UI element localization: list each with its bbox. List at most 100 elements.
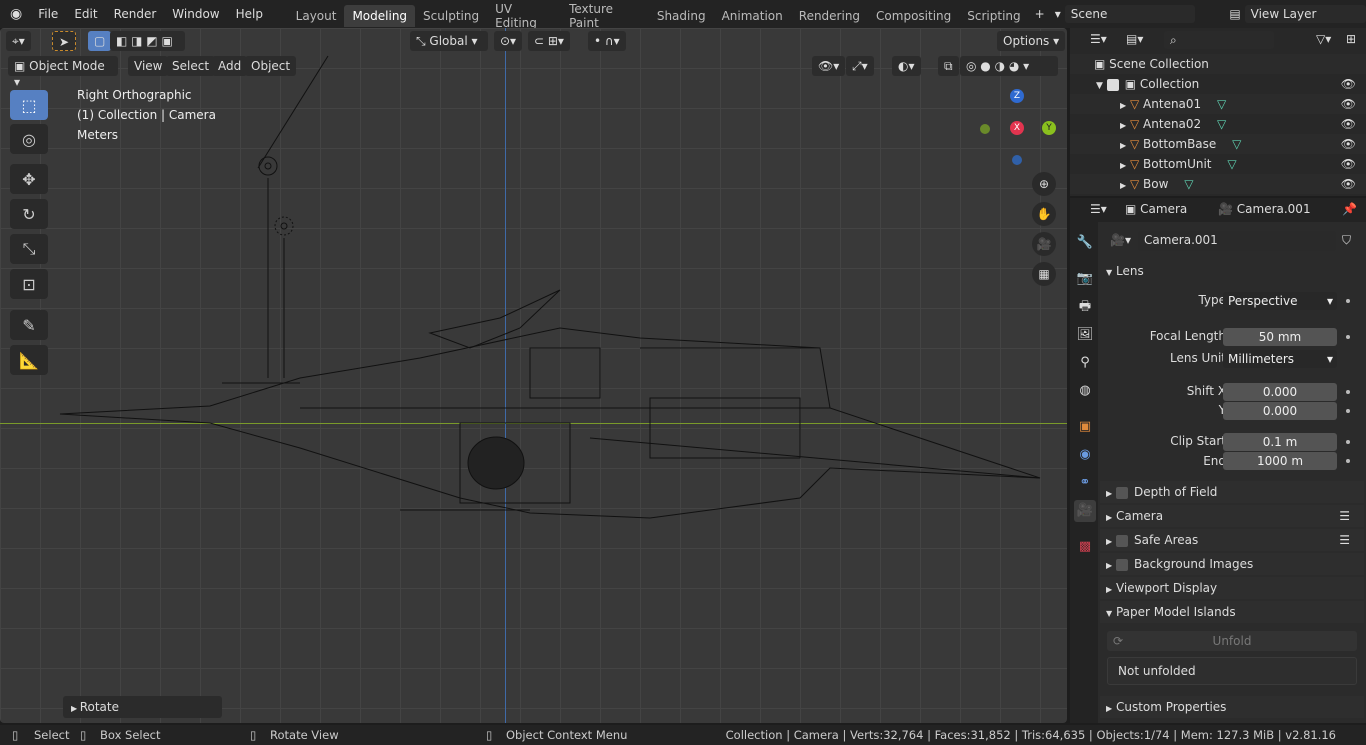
view-layer-tab-icon[interactable]: 🖼 xyxy=(1074,324,1096,346)
dof-checkbox[interactable] xyxy=(1115,486,1128,499)
filter-button[interactable]: ▽▾ xyxy=(1316,32,1331,46)
camera-view-icon[interactable]: 🎥 xyxy=(1032,232,1056,256)
menu-help[interactable]: Help xyxy=(228,7,271,21)
list-icon[interactable]: ☰ xyxy=(1339,529,1350,551)
options-dropdown[interactable]: Options ▾ xyxy=(997,31,1066,51)
cursor-tool[interactable]: ◎ xyxy=(10,124,48,154)
outliner-editor-button[interactable]: ☰▾ xyxy=(1090,32,1107,46)
paper-model-islands-panel[interactable]: ▼ Paper Model Islands xyxy=(1100,601,1364,623)
custom-properties-panel[interactable]: ▶ Custom Properties xyxy=(1100,696,1364,718)
tab-layout[interactable]: Layout xyxy=(288,5,345,27)
modifier-tab-icon[interactable]: ◉ xyxy=(1074,444,1096,466)
background-images-panel[interactable]: ▶ Background Images xyxy=(1100,553,1364,575)
safe-areas-panel[interactable]: ▶ Safe Areas ☰ xyxy=(1100,529,1364,551)
camera-datablock-icon[interactable]: 🎥▾ xyxy=(1110,233,1131,247)
keyframe-dot[interactable] xyxy=(1346,409,1350,413)
gizmo-neg-z[interactable] xyxy=(1012,155,1022,165)
outliner-item[interactable]: ▶ ▽ Bow ▽ 👁 xyxy=(1070,174,1366,194)
shift-y-field[interactable]: 0.000 xyxy=(1223,402,1337,420)
outliner-scene-collection[interactable]: ▣ Scene Collection xyxy=(1070,54,1366,74)
keyframe-dot[interactable] xyxy=(1346,335,1350,339)
render-tab-icon[interactable]: 📷 xyxy=(1074,268,1096,290)
tab-scripting[interactable]: Scripting xyxy=(959,5,1028,27)
keyframe-dot[interactable] xyxy=(1346,390,1350,394)
clip-start-field[interactable]: 0.1 m xyxy=(1223,433,1337,451)
menu-add[interactable]: Add xyxy=(212,56,248,76)
rotate-tool[interactable]: ↻ xyxy=(10,199,48,229)
lens-unit-dropdown[interactable]: Millimeters ▾ xyxy=(1223,350,1337,368)
gizmo-x-axis[interactable]: X xyxy=(1010,121,1024,135)
keyframe-dot[interactable] xyxy=(1346,459,1350,463)
focal-length-field[interactable]: 50 mm xyxy=(1223,328,1337,346)
scene-field[interactable]: Scene xyxy=(1064,5,1196,23)
viewport-display-panel[interactable]: ▶ Viewport Display xyxy=(1100,577,1364,599)
xray-toggle[interactable]: ⧉ xyxy=(938,56,959,76)
eye-icon[interactable]: 👁 xyxy=(1341,74,1356,94)
camera-panel[interactable]: ▶ Camera ☰ xyxy=(1100,505,1364,527)
outliner-search-input[interactable]: ⌕ xyxy=(1164,31,1274,49)
tab-modeling[interactable]: Modeling xyxy=(344,5,416,27)
eye-icon[interactable]: 👁 xyxy=(1341,94,1356,114)
tab-compositing[interactable]: Compositing xyxy=(868,5,959,27)
unfold-button[interactable]: ⟳ Unfold xyxy=(1107,631,1357,651)
shift-x-field[interactable]: 0.000 xyxy=(1223,383,1337,401)
display-mode-button[interactable]: ▤▾ xyxy=(1126,32,1143,46)
select-tool-button[interactable]: ➤ xyxy=(52,31,77,51)
menu-file[interactable]: File xyxy=(30,7,66,21)
tool-tab-icon[interactable]: 🔧 xyxy=(1074,232,1096,254)
gizmo-z-axis[interactable]: Z xyxy=(1010,89,1024,103)
select-mode-buttons[interactable]: ◧ ◨ ◩ ▣ xyxy=(110,31,185,51)
properties-editor-button[interactable]: ☰▾ xyxy=(1090,202,1107,216)
select-mode-new-button[interactable]: ▢ xyxy=(88,31,112,51)
clip-end-field[interactable]: 1000 m xyxy=(1223,452,1337,470)
pan-hand-icon[interactable]: ✋ xyxy=(1032,202,1056,226)
tab-shading[interactable]: Shading xyxy=(649,5,714,27)
mode-dropdown[interactable]: ▣ Object Mode ▾ xyxy=(8,56,118,89)
proportional-edit-toggle[interactable]: • ∩▾ xyxy=(588,31,626,51)
tab-sculpting[interactable]: Sculpting xyxy=(415,5,487,27)
overlay-toggle[interactable]: ◐▾ xyxy=(892,56,921,76)
editor-type-button[interactable]: ⌖▾ xyxy=(6,31,31,51)
eye-icon[interactable]: 👁 xyxy=(1341,114,1356,134)
lens-type-dropdown[interactable]: Perspective ▾ xyxy=(1223,292,1337,310)
outliner-collection[interactable]: ▼ ▣ Collection 👁 xyxy=(1070,74,1366,94)
menu-window[interactable]: Window xyxy=(164,7,227,21)
transform-tool[interactable]: ⊡ xyxy=(10,269,48,299)
safe-areas-checkbox[interactable] xyxy=(1115,534,1128,547)
camera-data-tab-icon[interactable]: 🎥 xyxy=(1074,500,1096,522)
background-images-checkbox[interactable] xyxy=(1115,558,1128,571)
ortho-grid-icon[interactable]: ▦ xyxy=(1032,262,1056,286)
outliner-item[interactable]: ▶ ▽ Antena01 ▽ 👁 xyxy=(1070,94,1366,114)
menu-object[interactable]: Object xyxy=(245,56,297,76)
object-tab-icon[interactable]: ▣ xyxy=(1074,416,1096,438)
gizmo-neg-y[interactable] xyxy=(980,124,990,134)
eye-icon[interactable]: 👁 xyxy=(1341,154,1356,174)
blender-logo-icon[interactable]: ◉ xyxy=(0,6,30,22)
view-layer-field[interactable]: View Layer xyxy=(1244,5,1366,23)
depth-of-field-panel[interactable]: ▶ Depth of Field xyxy=(1100,481,1364,503)
annotate-tool[interactable]: ✎ xyxy=(10,310,48,340)
scene-tab-icon[interactable]: ⚲ xyxy=(1074,352,1096,374)
visibility-dropdown[interactable]: 👁▾ xyxy=(812,56,846,76)
list-icon[interactable]: ☰ xyxy=(1339,505,1350,527)
add-workspace-button[interactable]: + xyxy=(1029,7,1051,21)
menu-edit[interactable]: Edit xyxy=(66,7,105,21)
texture-tab-icon[interactable]: ▩ xyxy=(1074,536,1096,558)
output-tab-icon[interactable]: 🖶 xyxy=(1074,296,1096,318)
gizmo-y-axis[interactable]: Y xyxy=(1042,121,1056,135)
outliner-item[interactable]: ▶ ▽ BottomBase ▽ 👁 xyxy=(1070,134,1366,154)
shading-mode-buttons[interactable]: ◎ ● ◑ ◕ ▾ xyxy=(960,56,1058,76)
collection-checkbox[interactable] xyxy=(1106,78,1119,91)
menu-render[interactable]: Render xyxy=(106,7,165,21)
pivot-dropdown[interactable]: ⊙▾ xyxy=(494,31,523,51)
measure-tool[interactable]: 📐 xyxy=(10,345,48,375)
fake-user-icon[interactable]: ⛉ xyxy=(1342,233,1351,248)
menu-view[interactable]: View xyxy=(128,56,169,76)
outliner-item[interactable]: ▶ ▽ Antena02 ▽ 👁 xyxy=(1070,114,1366,134)
scale-tool[interactable]: ⤡ xyxy=(10,234,48,264)
last-operator-panel[interactable]: ▶ Rotate xyxy=(63,696,222,718)
outliner-item[interactable]: ▶ ▽ BottomUnit ▽ 👁 xyxy=(1070,154,1366,174)
tab-animation[interactable]: Animation xyxy=(714,5,791,27)
pin-icon[interactable]: 📌 xyxy=(1342,202,1357,216)
new-collection-button[interactable]: ⊞ xyxy=(1346,32,1356,46)
